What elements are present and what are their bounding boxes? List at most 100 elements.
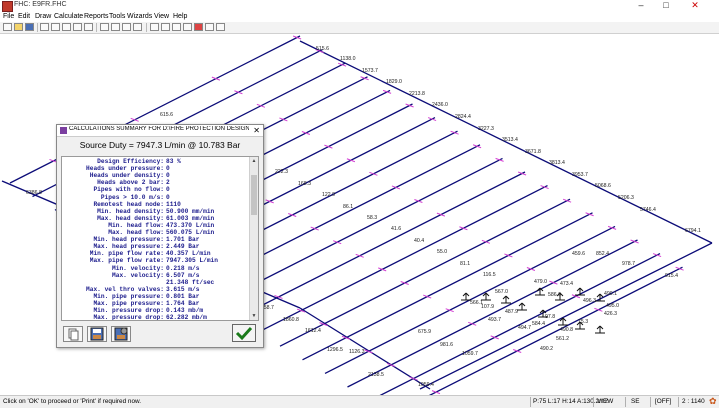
summary-value: 6.507 m/s [166, 271, 200, 279]
flow-label: 6386.8 [26, 190, 42, 196]
summary-label: Min. pipe flow rate: [89, 250, 164, 258]
draw-branch-icon[interactable] [111, 23, 120, 31]
summary-value: 0.801 Bar [166, 292, 200, 300]
status-message: Click on 'OK' to proceed or 'Print' if r… [3, 398, 142, 405]
export-button[interactable] [111, 326, 131, 342]
menu-bar: File Edit Draw Calculate Reports Tools W… [0, 12, 719, 22]
summary-value: 62.282 mb/m [166, 314, 207, 321]
summary-label: Max. head flow: [108, 229, 164, 236]
flow-label: 1059.4 [418, 382, 434, 388]
summary-row: Heads under pressure: 0 [62, 165, 248, 172]
summary-row: Max. pressure drop: 62.282 mb/m [62, 314, 248, 321]
menu-view[interactable]: View [154, 12, 169, 22]
summary-value: 1110 [166, 200, 181, 208]
summary-value: 0 [166, 186, 170, 194]
flow-label: 496.3 [583, 298, 596, 304]
copy-icon [68, 328, 79, 341]
summary-value: 3.615 m/s [166, 285, 200, 293]
flow-label: 1138.0 [340, 56, 356, 62]
ok-button[interactable] [232, 324, 256, 342]
summary-value: 40.357 L/min [166, 250, 211, 258]
summary-label: Min. pipe pressure: [93, 292, 164, 300]
sprinkler-head-icon[interactable] [150, 23, 159, 31]
flow-label: 490.8 [560, 327, 573, 333]
save-icon[interactable] [25, 23, 34, 31]
flow-label: 487.9 [505, 309, 518, 315]
open-folder-icon[interactable] [14, 23, 23, 31]
dialog-title-bar: CALCULATIONS SUMMARY FOR D:\FIRE PROTECT… [57, 125, 263, 137]
status-direction: SE [631, 398, 640, 405]
menu-calculate[interactable]: Calculate [54, 12, 83, 22]
minimize-button[interactable]: – [630, 0, 652, 11]
vertical-scrollbar[interactable]: ▲ ▼ [249, 157, 258, 320]
flow-label: 5068.6 [595, 183, 611, 189]
summary-label: Min. head pressure: [93, 236, 164, 244]
menu-draw[interactable]: Draw [35, 12, 51, 22]
flow-label: 473.4 [560, 281, 573, 287]
new-file-icon[interactable] [3, 23, 12, 31]
rectangle-icon[interactable] [62, 23, 71, 31]
flow-label: 3227.3 [478, 126, 494, 132]
ruler-icon[interactable] [216, 23, 225, 31]
summary-label: Max. vel thro valves: [86, 285, 164, 293]
summary-value: 0.218 m/s [166, 264, 200, 272]
menu-wizards[interactable]: Wizards [127, 12, 152, 22]
flow-label: 459.6 [572, 251, 585, 257]
draw-pipe-icon[interactable] [100, 23, 109, 31]
align-icon[interactable] [172, 23, 181, 31]
menu-help[interactable]: Help [173, 12, 187, 22]
summary-row: Max. head density: 61.003 mm/min [62, 215, 248, 222]
summary-list[interactable]: Design Efficiency: 83 % Heads under pressu… [61, 156, 259, 321]
scroll-thumb[interactable] [251, 175, 257, 215]
save-report-button[interactable] [87, 326, 107, 342]
node-icon[interactable] [161, 23, 170, 31]
menu-file[interactable]: File [3, 12, 14, 22]
menu-reports[interactable]: Reports [84, 12, 109, 22]
status-snap[interactable]: [OFF] [655, 398, 671, 405]
draw-arrow-icon[interactable] [133, 23, 142, 31]
flow-label: 2213.8 [409, 91, 425, 97]
summary-label: Min. head flow: [108, 221, 164, 229]
flow-label: 479.0 [534, 279, 547, 285]
draw-riser-icon[interactable] [122, 23, 131, 31]
summary-row: Heads above 2 bar: 2 [62, 179, 248, 186]
scroll-up-icon[interactable]: ▲ [250, 157, 258, 165]
summary-value: 0 [166, 193, 170, 201]
flow-label: 168.3 [298, 181, 311, 187]
flow-label: 2436.0 [432, 102, 448, 108]
summary-row: Max. head pressure: 2.449 Bar [62, 243, 248, 250]
flow-label: 97.8 [545, 314, 555, 320]
summary-row: Min. head density: 50.900 mm/min [62, 208, 248, 215]
menu-tools[interactable]: Tools [109, 12, 125, 22]
dialog-close-icon[interactable]: ✕ [253, 125, 260, 136]
status-mode: VIEW [597, 398, 614, 405]
text-icon[interactable] [183, 23, 192, 31]
flow-label: 3513.4 [502, 137, 518, 143]
flow-label: 675.9 [418, 329, 431, 335]
summary-row: Min. velocity: 0.218 m/s [62, 265, 248, 272]
pan-icon[interactable] [73, 23, 82, 31]
source-duty: Source Duty = 7947.3 L/min @ 10.783 Bar [79, 140, 241, 150]
flow-label: 6794.1 [685, 228, 701, 234]
flow-label: 1126.3 [349, 349, 365, 355]
branch-pipe [379, 253, 661, 395]
scroll-down-icon[interactable]: ▼ [250, 312, 258, 320]
zoom-extent-icon[interactable] [84, 23, 93, 31]
zoom-window-icon[interactable] [51, 23, 60, 31]
summary-label: Max. head pressure: [93, 243, 164, 251]
summary-value: 0 [166, 165, 170, 173]
dialog-icon [60, 127, 67, 134]
summary-row: Max. pipe pressure: 1.764 Bar [62, 300, 248, 307]
close-button[interactable]: ✕ [684, 0, 706, 11]
flow-label: 915.4 [665, 273, 678, 279]
grid-icon[interactable] [205, 23, 214, 31]
flow-label: 584.4 [532, 321, 545, 327]
select-icon[interactable] [40, 23, 49, 31]
flow-label: 222.3 [275, 169, 288, 175]
colour-icon[interactable] [194, 23, 203, 31]
summary-value: 83 % [166, 158, 181, 165]
flow-label: 490.2 [540, 346, 553, 352]
menu-edit[interactable]: Edit [18, 12, 30, 22]
maximize-button[interactable]: □ [655, 0, 677, 11]
print-button[interactable] [63, 326, 83, 342]
